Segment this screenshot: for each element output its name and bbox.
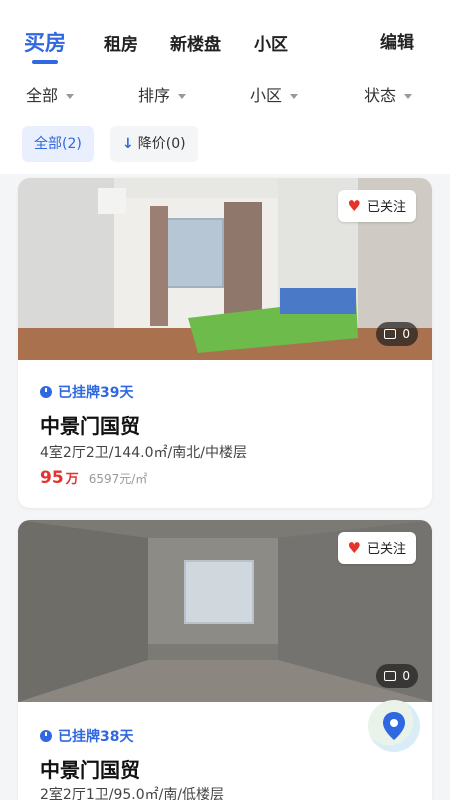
top-nav: 买房 租房 新楼盘 小区 编辑 <box>0 0 450 68</box>
chip-all[interactable]: 全部(2) <box>22 126 94 162</box>
image-count-badge[interactable]: 0 <box>376 664 418 688</box>
tab-new-homes[interactable]: 新楼盘 <box>170 30 221 55</box>
filter-label: 全部 <box>26 86 59 105</box>
caret-down-icon <box>66 94 75 99</box>
listed-duration: 已挂牌39天 <box>40 382 133 402</box>
tab-buy[interactable]: 买房 <box>24 27 66 57</box>
heart-icon: ♥ <box>347 197 361 215</box>
active-tab-indicator <box>32 60 58 64</box>
listed-duration: 已挂牌38天 <box>40 726 133 746</box>
down-arrow-icon: ↓ <box>122 136 134 152</box>
follow-label: 已关注 <box>366 542 406 557</box>
listed-text: 已挂牌38天 <box>58 729 134 745</box>
filter-label: 状态 <box>364 86 397 105</box>
tab-community[interactable]: 小区 <box>254 30 288 55</box>
follow-button[interactable]: ♥ 已关注 <box>337 190 416 222</box>
caret-down-icon <box>404 94 413 99</box>
listing-specs: 2室2厅1卫/95.0㎡/南/低楼层 <box>40 787 225 800</box>
listing-title: 中景门国贸 <box>40 414 140 438</box>
listed-text: 已挂牌39天 <box>58 385 134 401</box>
image-count: 0 <box>402 669 410 683</box>
chip-label: 降价(0) <box>137 136 186 152</box>
image-count-badge[interactable]: 0 <box>376 322 418 346</box>
listing-title: 中景门国贸 <box>40 758 140 782</box>
map-button[interactable] <box>368 700 420 752</box>
filter-bar: 全部 排序 小区 状态 <box>0 68 450 116</box>
image-count: 0 <box>402 327 410 341</box>
listing-photo[interactable]: ♥ 已关注 0 <box>18 178 432 360</box>
filter-label: 排序 <box>138 86 171 105</box>
listing-card[interactable]: ♥ 已关注 0 已挂牌39天 中景门国贸 4室2厅2卫/144.0㎡/南北/中楼层… <box>18 178 432 508</box>
listing-specs: 4室2厅2卫/144.0㎡/南北/中楼层 <box>40 445 247 461</box>
follow-label: 已关注 <box>366 200 406 215</box>
price-row: 95 万 6597元/㎡ <box>40 468 147 488</box>
filter-label: 小区 <box>250 86 283 105</box>
clock-icon <box>40 730 52 742</box>
caret-down-icon <box>290 94 299 99</box>
clock-icon <box>40 386 52 398</box>
filter-sort[interactable]: 排序 <box>138 82 187 106</box>
follow-button[interactable]: ♥ 已关注 <box>337 532 416 564</box>
total-price: 95 <box>40 468 64 488</box>
chip-price-drop[interactable]: ↓ 降价(0) <box>110 126 198 162</box>
price-unit: 万 <box>65 472 79 487</box>
filter-community[interactable]: 小区 <box>250 82 299 106</box>
filter-all[interactable]: 全部 <box>26 82 75 106</box>
caret-down-icon <box>178 94 187 99</box>
map-pin-icon <box>383 712 405 740</box>
filter-status[interactable]: 状态 <box>364 82 413 106</box>
edit-button[interactable]: 编辑 <box>380 28 414 53</box>
unit-price: 6597元/㎡ <box>88 472 148 486</box>
listing-photo[interactable]: ♥ 已关注 0 <box>18 520 432 702</box>
tab-rent[interactable]: 租房 <box>104 30 138 55</box>
image-icon <box>384 671 397 681</box>
heart-icon: ♥ <box>347 539 361 557</box>
chip-row: 全部(2) ↓ 降价(0) <box>0 116 450 174</box>
listing-card[interactable]: ♥ 已关注 0 已挂牌38天 中景门国贸 2室2厅1卫/95.0㎡/南/低楼层 <box>18 520 432 800</box>
image-icon <box>384 329 397 339</box>
